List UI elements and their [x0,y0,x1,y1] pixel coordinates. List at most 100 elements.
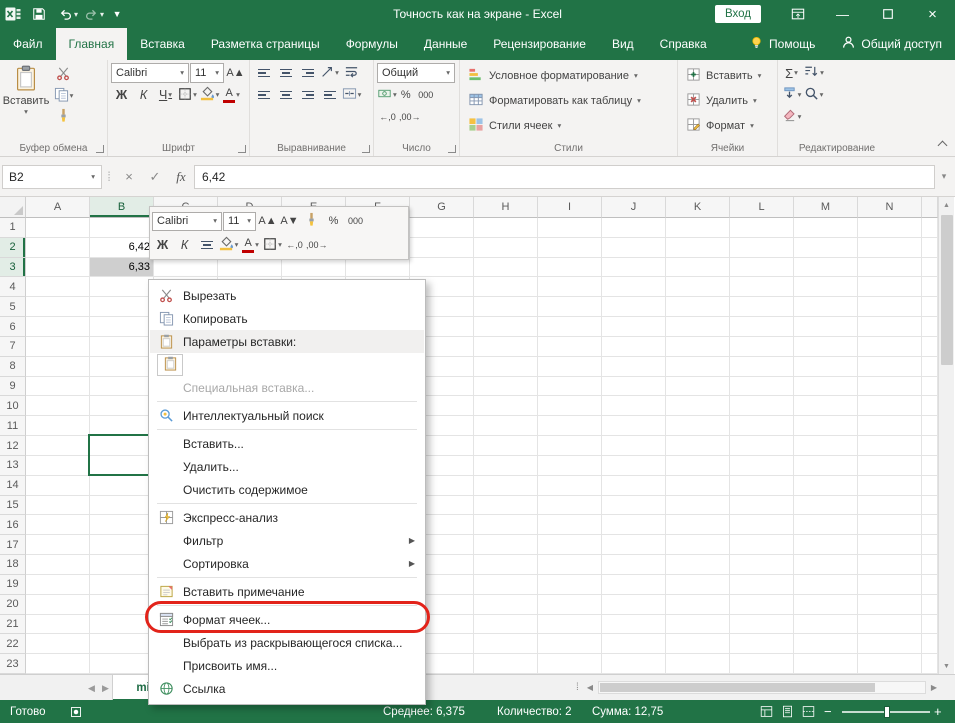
mini-increase-decimal-button[interactable]: ←,0 [284,236,305,255]
cell-I6[interactable] [538,317,602,337]
cell-H11[interactable] [474,416,538,436]
cell-A15[interactable] [26,496,90,516]
cell-L21[interactable] [730,615,794,635]
cell-L11[interactable] [730,416,794,436]
cell-M12[interactable] [794,436,858,456]
cell-M11[interactable] [794,416,858,436]
row-header-12[interactable]: 12 [0,436,26,456]
menu-item-insert-comment[interactable]: Вставить примечание [150,580,424,603]
namebox-splitter[interactable]: ⁞ [102,165,116,189]
hscroll-track[interactable] [598,681,926,694]
ribbon-tab-share[interactable]: Общий доступ [828,28,955,60]
cell-L13[interactable] [730,456,794,476]
cell-K5[interactable] [666,297,730,317]
cell-L16[interactable] [730,515,794,535]
cell-N8[interactable] [858,357,922,377]
cell-J19[interactable] [602,575,666,595]
ribbon-tab-help[interactable]: Помощь [736,28,828,60]
cell-I13[interactable] [538,456,602,476]
cell-I21[interactable] [538,615,602,635]
row-header-20[interactable]: 20 [0,595,26,615]
align-bottom-button[interactable] [297,63,318,83]
delete-cells-button[interactable]: Удалить▾ [681,88,774,113]
scroll-up-arrow[interactable]: ▲ [939,197,955,213]
cell-K3[interactable] [666,258,730,278]
cell-L14[interactable] [730,476,794,496]
orientation-button[interactable]: ▾ [319,63,340,83]
cell-M2[interactable] [794,238,858,258]
cell-F3[interactable] [346,258,410,278]
cell-K14[interactable] [666,476,730,496]
cell-N22[interactable] [858,634,922,654]
cell-J20[interactable] [602,595,666,615]
view-page-layout-button[interactable] [781,700,794,723]
increase-decimal-button[interactable]: ←,0 [377,107,398,127]
cell-L4[interactable] [730,277,794,297]
cell-K23[interactable] [666,654,730,674]
select-all-corner[interactable] [0,197,26,218]
cell-M17[interactable] [794,535,858,555]
menu-item-filter[interactable]: Фильтр▶ [150,529,424,552]
clipboard-dialog-launcher[interactable] [96,145,104,153]
cell-K22[interactable] [666,634,730,654]
decrease-indent-button[interactable] [319,85,340,105]
cell-K13[interactable] [666,456,730,476]
cell-H23[interactable] [474,654,538,674]
cell-G2[interactable] [410,238,474,258]
cell-L3[interactable] [730,258,794,278]
cell-N6[interactable] [858,317,922,337]
row-header-8[interactable]: 8 [0,357,26,377]
cell-N18[interactable] [858,555,922,575]
column-header-M[interactable]: M [794,197,858,218]
mini-bold-button[interactable]: Ж [152,236,173,255]
cell-I23[interactable] [538,654,602,674]
row-header-3[interactable]: 3 [0,258,26,278]
font-name-combo[interactable]: Calibri▾ [111,63,189,83]
cell-N20[interactable] [858,595,922,615]
customize-qat-button[interactable]: ▼ [104,0,130,28]
next-sheet-button[interactable]: ▶ [102,675,109,701]
cell-B9[interactable] [90,377,154,397]
mini-shrink-font-button[interactable]: А▼ [279,212,300,231]
cell-A6[interactable] [26,317,90,337]
number-format-combo[interactable]: Общий▾ [377,63,455,83]
cell-K7[interactable] [666,337,730,357]
mini-grow-font-button[interactable]: А▲ [257,212,278,231]
cell-K12[interactable] [666,436,730,456]
menu-item-sort[interactable]: Сортировка▶ [150,552,424,575]
ribbon-tab-data[interactable]: Данные [411,28,480,60]
cell-J18[interactable] [602,555,666,575]
bold-button[interactable]: Ж [111,85,132,105]
borders-button[interactable]: ▾ [177,85,198,105]
cell-E3[interactable] [282,258,346,278]
menu-item-cut[interactable]: Вырезать [150,284,424,307]
cell-I14[interactable] [538,476,602,496]
cell-J10[interactable] [602,396,666,416]
cell-H7[interactable] [474,337,538,357]
cell-L23[interactable] [730,654,794,674]
expand-formula-bar-button[interactable]: ▾ [935,171,953,182]
cell-B7[interactable] [90,337,154,357]
row-header-19[interactable]: 19 [0,575,26,595]
cell-A7[interactable] [26,337,90,357]
cell-B17[interactable] [90,535,154,555]
cell-N2[interactable] [858,238,922,258]
cell-I16[interactable] [538,515,602,535]
underline-button[interactable]: Ч▾ [155,85,176,105]
cell-K4[interactable] [666,277,730,297]
cell-B21[interactable] [90,615,154,635]
cell-M15[interactable] [794,496,858,516]
mini-font-color-button[interactable]: А▾ [240,236,261,255]
cell-I10[interactable] [538,396,602,416]
cell-K19[interactable] [666,575,730,595]
cell-styles-button[interactable]: Стили ячеек▾ [463,113,674,138]
cell-L18[interactable] [730,555,794,575]
collapse-ribbon-button[interactable] [938,141,948,151]
cell-I19[interactable] [538,575,602,595]
cell-J15[interactable] [602,496,666,516]
row-header-11[interactable]: 11 [0,416,26,436]
cell-H16[interactable] [474,515,538,535]
row-header-6[interactable]: 6 [0,317,26,337]
row-header-15[interactable]: 15 [0,496,26,516]
ribbon-display-options-button[interactable] [775,0,820,28]
